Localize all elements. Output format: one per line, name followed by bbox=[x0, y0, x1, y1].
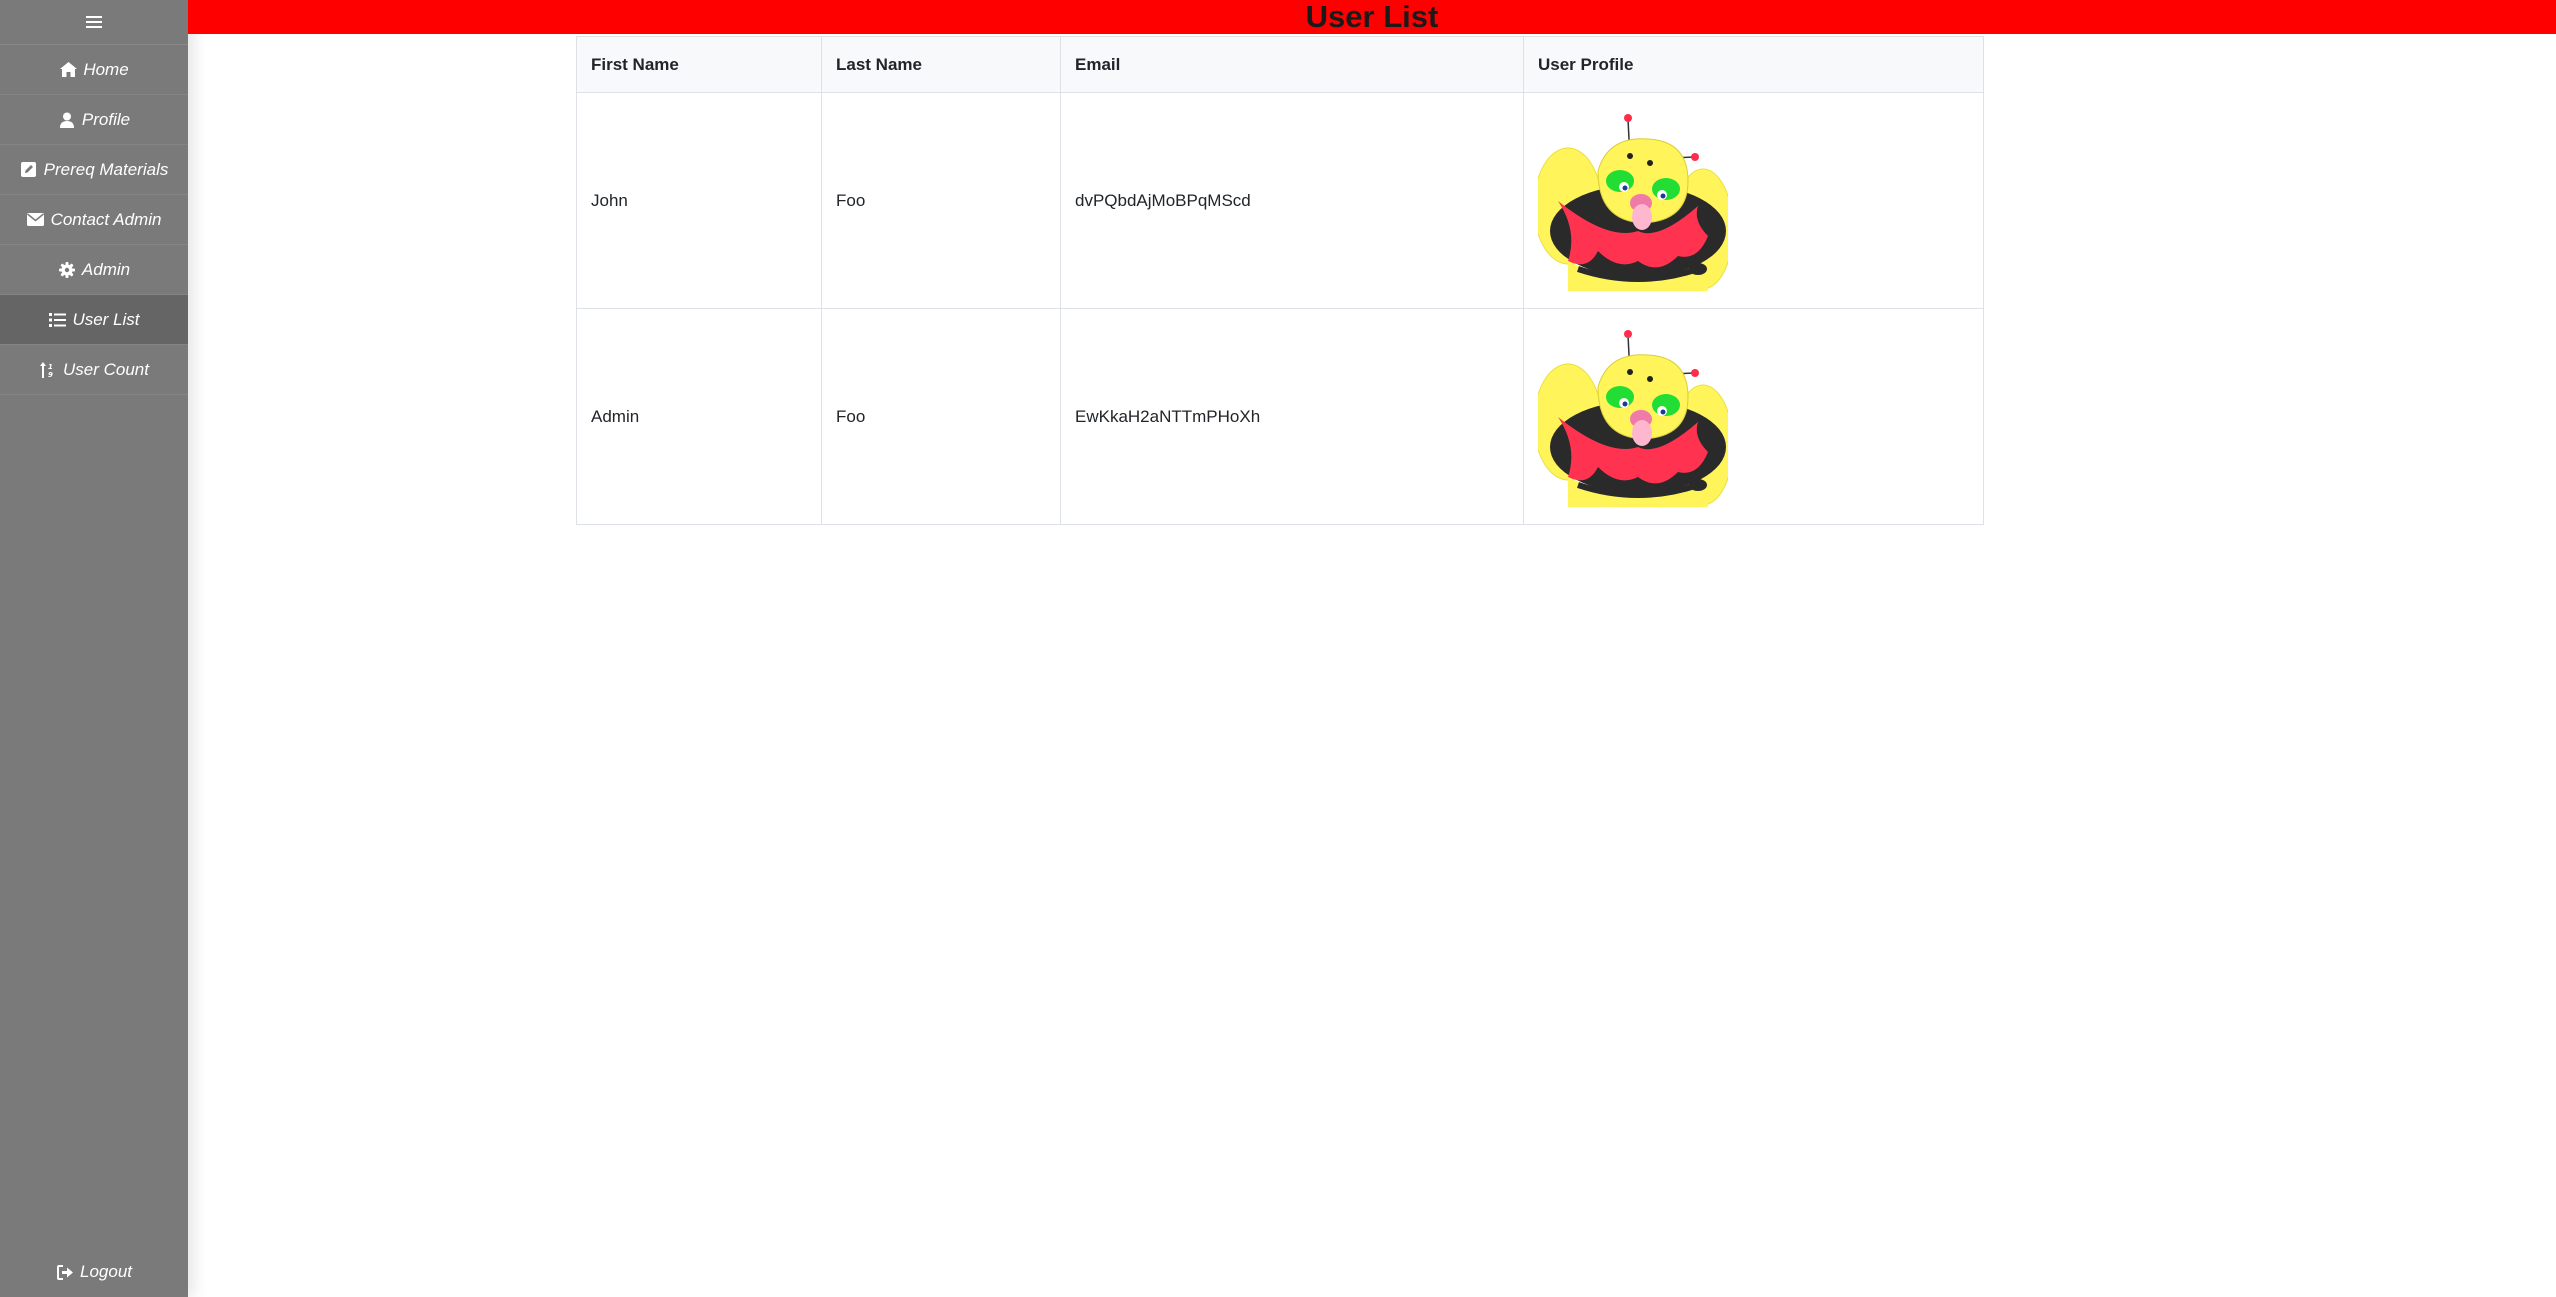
cell-user-profile bbox=[1523, 92, 1984, 309]
page-title: User List bbox=[1305, 0, 1439, 34]
column-header-last-name: Last Name bbox=[821, 36, 1061, 93]
sidebar-item-contact-admin[interactable]: Contact Admin bbox=[0, 195, 188, 245]
cell-last-name: Foo bbox=[821, 308, 1061, 525]
table-row: Admin Foo EwKkaH2aNTTmPHoXh bbox=[576, 308, 1984, 525]
sidebar-item-label: User Count bbox=[63, 359, 149, 379]
sidebar-item-label: Prereq Materials bbox=[43, 159, 169, 179]
cell-email: EwKkaH2aNTTmPHoXh bbox=[1060, 308, 1524, 525]
cell-first-name: John bbox=[576, 92, 822, 309]
sidebar-item-home[interactable]: Home bbox=[0, 45, 188, 95]
sidebar-item-admin[interactable]: Admin bbox=[0, 245, 188, 295]
cell-last-name: Foo bbox=[821, 92, 1061, 309]
sidebar-item-label: Contact Admin bbox=[50, 209, 162, 229]
list-icon bbox=[48, 311, 66, 329]
user-table: First Name Last Name Email User Profile … bbox=[576, 36, 1984, 525]
user-icon bbox=[58, 111, 76, 129]
logout-button[interactable]: Logout bbox=[0, 1247, 188, 1297]
sidebar-item-label: Admin bbox=[81, 259, 131, 279]
page-header: User List bbox=[188, 0, 2556, 34]
profile-avatar-image bbox=[1538, 327, 1969, 507]
sign-out-icon bbox=[56, 1263, 74, 1281]
column-header-first-name: First Name bbox=[576, 36, 822, 93]
envelope-icon bbox=[27, 211, 45, 229]
table-header-row: First Name Last Name Email User Profile bbox=[576, 36, 1984, 93]
sidebar: Home Profile Prereq Materials Contact Ad… bbox=[0, 0, 188, 1297]
svg-text:9: 9 bbox=[48, 371, 53, 378]
profile-avatar-image bbox=[1538, 111, 1969, 291]
sidebar-item-label: User List bbox=[72, 309, 140, 329]
sidebar-item-prereq-materials[interactable]: Prereq Materials bbox=[0, 145, 188, 195]
menu-toggle-button[interactable] bbox=[0, 0, 188, 45]
sidebar-item-profile[interactable]: Profile bbox=[0, 95, 188, 145]
sidebar-item-label: Home bbox=[83, 59, 129, 79]
sidebar-item-user-list[interactable]: User List bbox=[0, 295, 188, 345]
table-row: John Foo dvPQbdAjMoBPqMScd bbox=[576, 92, 1984, 309]
sidebar-item-user-count[interactable]: 1 9 User Count bbox=[0, 345, 188, 395]
cell-email: dvPQbdAjMoBPqMScd bbox=[1060, 92, 1524, 309]
home-icon bbox=[59, 61, 77, 79]
column-header-user-profile: User Profile bbox=[1523, 36, 1984, 93]
edit-square-icon bbox=[20, 161, 38, 179]
cell-first-name: Admin bbox=[576, 308, 822, 525]
logout-label: Logout bbox=[80, 1262, 132, 1281]
sort-numeric-icon: 1 9 bbox=[39, 361, 57, 379]
gear-icon bbox=[58, 261, 76, 279]
column-header-email: Email bbox=[1060, 36, 1524, 93]
sidebar-item-label: Profile bbox=[81, 109, 131, 129]
hamburger-menu-icon bbox=[86, 21, 102, 23]
cell-user-profile bbox=[1523, 308, 1984, 525]
user-table-container: First Name Last Name Email User Profile … bbox=[576, 36, 1984, 525]
svg-text:1: 1 bbox=[48, 363, 53, 371]
